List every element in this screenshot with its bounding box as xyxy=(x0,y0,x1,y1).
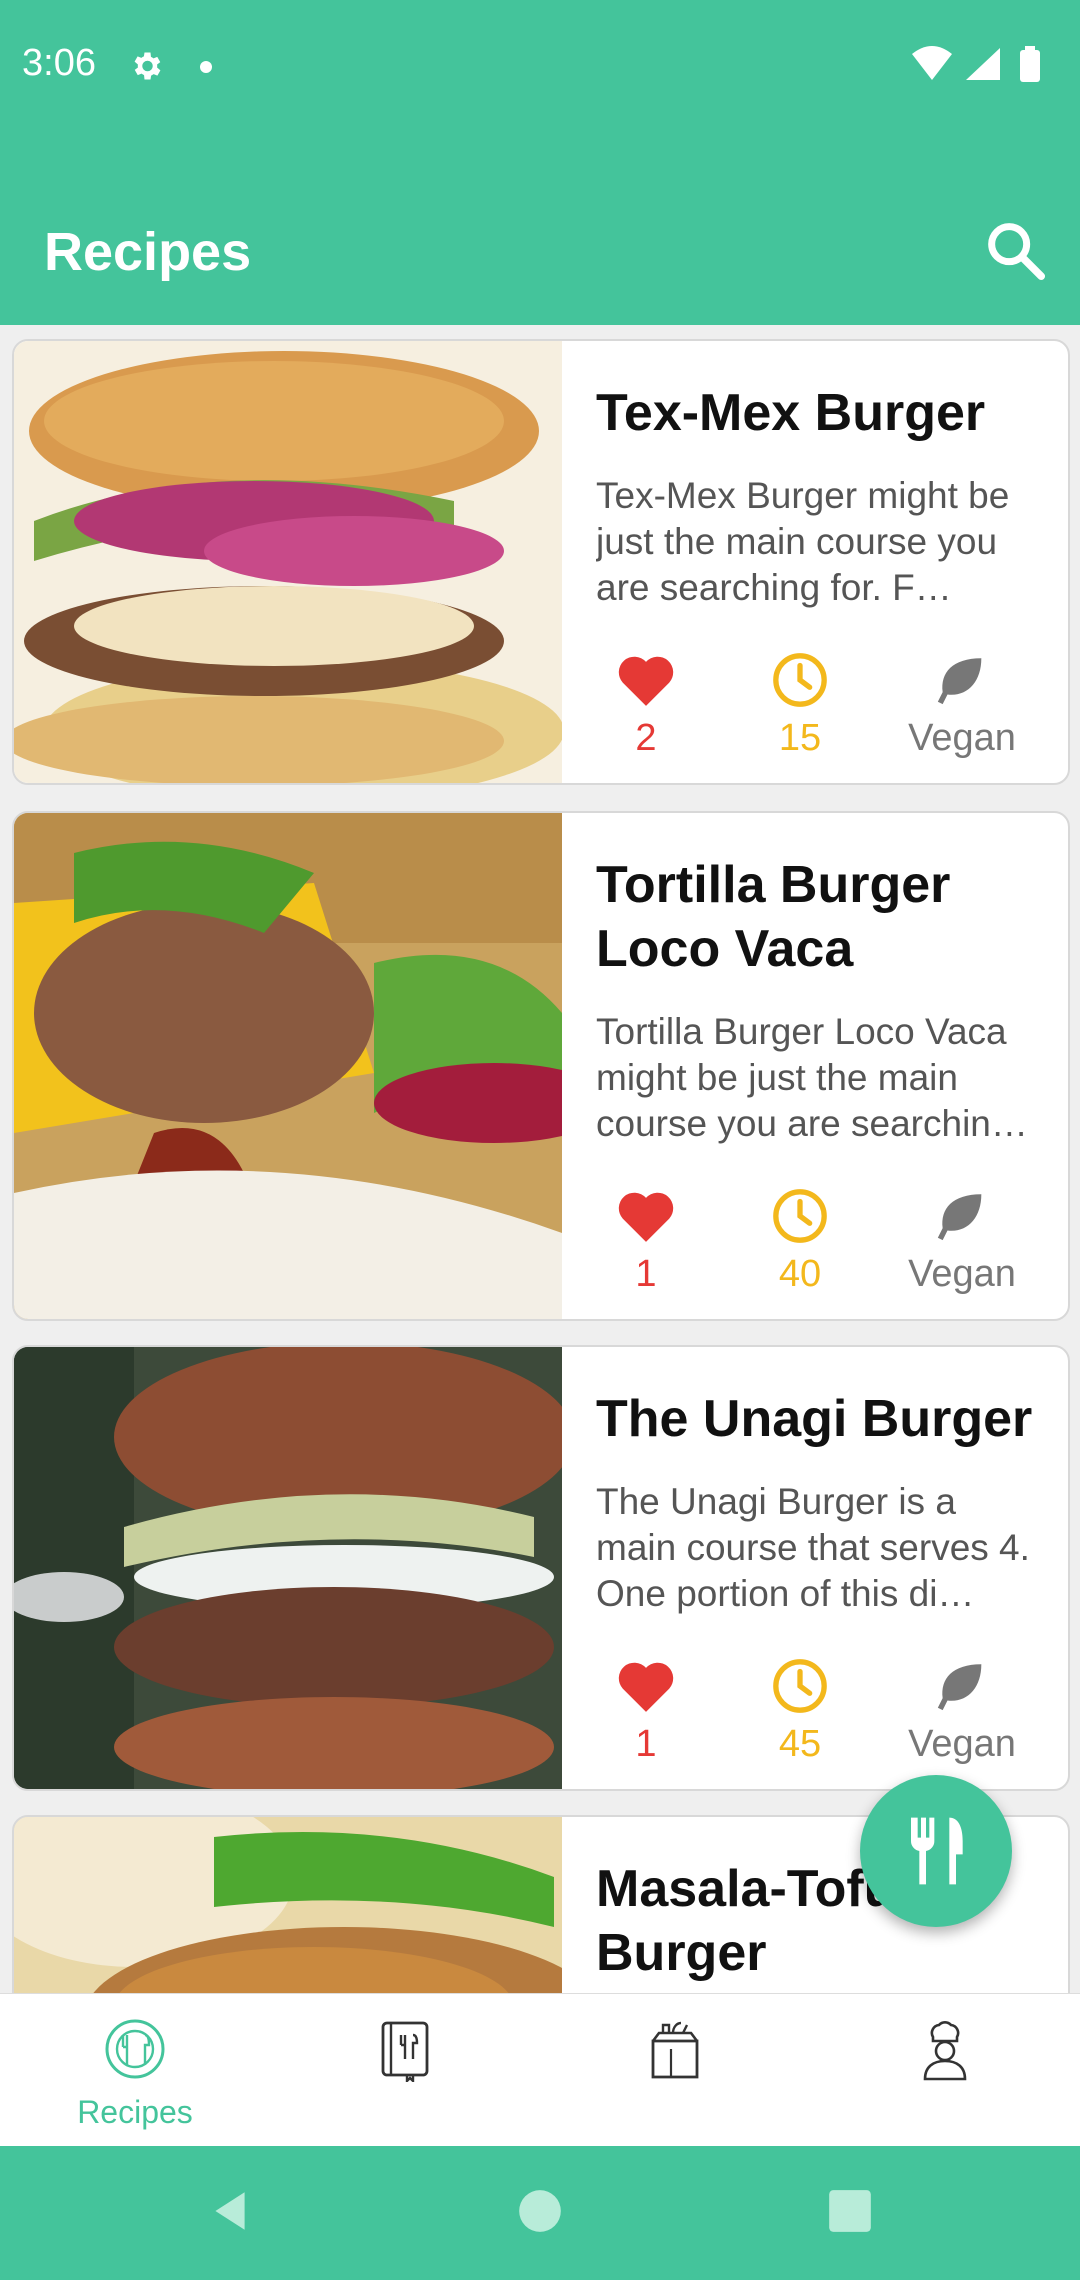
status-bar: 3:06 xyxy=(0,0,1080,135)
recipe-stats: 1 40 Vegan xyxy=(596,1187,1034,1297)
likes-stat: 1 xyxy=(586,1187,706,1296)
nav-item-profile[interactable] xyxy=(810,1994,1080,2147)
recipe-title: The Unagi Burger xyxy=(596,1390,1033,1448)
clock-icon xyxy=(773,1659,827,1713)
nav-item-grocery[interactable] xyxy=(540,1994,810,2147)
recipe-list[interactable]: Tex-Mex Burger Tex-Mex Burger might be j… xyxy=(0,325,1080,1993)
time-minutes: 45 xyxy=(778,1723,822,1765)
notification-dot-icon xyxy=(200,61,212,73)
heart-icon xyxy=(618,1662,674,1712)
back-icon[interactable] xyxy=(205,2186,255,2236)
heart-icon xyxy=(618,1192,674,1242)
recipe-stats: 1 45 Vegan xyxy=(596,1657,1034,1767)
leaf-icon xyxy=(937,1194,982,1241)
recipe-image xyxy=(14,1347,562,1789)
likes-stat: 2 xyxy=(586,651,706,760)
meal-planner-fab[interactable] xyxy=(860,1775,1012,1927)
fork-knife-icon xyxy=(910,1817,963,1885)
time-stat: 15 xyxy=(740,651,860,760)
leaf-icon xyxy=(937,658,982,705)
likes-count: 1 xyxy=(635,1253,657,1295)
recipe-card-body: Tex-Mex Burger Tex-Mex Burger might be j… xyxy=(562,341,1068,783)
search-icon[interactable] xyxy=(980,215,1050,285)
vegan-stat: Vegan xyxy=(892,1187,1032,1296)
status-time: 3:06 xyxy=(22,42,96,84)
recipe-image xyxy=(14,1817,562,1993)
nav-item-recipes[interactable]: Recipes xyxy=(0,1994,270,2147)
time-stat: 45 xyxy=(740,1657,860,1766)
time-minutes: 40 xyxy=(778,1253,822,1295)
system-navigation-bar xyxy=(0,2146,1080,2280)
wifi-icon xyxy=(912,46,952,80)
bottom-navigation: Recipes xyxy=(0,1993,1080,2147)
recipes-icon xyxy=(105,2019,165,2079)
recipe-image xyxy=(14,341,562,783)
likes-stat: 1 xyxy=(586,1657,706,1766)
battery-icon xyxy=(1020,46,1040,82)
status-icons xyxy=(912,46,1040,82)
recipe-title: Tex-Mex Burger xyxy=(596,384,986,442)
recipe-title: Tortilla Burger Loco Vaca xyxy=(596,856,951,978)
leaf-icon xyxy=(937,1664,982,1711)
recipe-card[interactable]: Tortilla Burger Loco Vaca Tortilla Burge… xyxy=(12,811,1070,1321)
likes-count: 1 xyxy=(635,1723,657,1765)
clock-icon xyxy=(773,653,827,707)
recipe-card-body: Tortilla Burger Loco Vaca Tortilla Burge… xyxy=(562,813,1068,1319)
time-stat: 40 xyxy=(740,1187,860,1296)
diet-label: Vegan xyxy=(908,1723,1016,1765)
diet-label: Vegan xyxy=(908,1253,1016,1295)
nav-label-recipes: Recipes xyxy=(77,2094,193,2130)
recents-icon[interactable] xyxy=(825,2186,875,2236)
recipe-description: Tortilla Burger Loco Vaca might be just … xyxy=(596,1011,1028,1144)
home-icon[interactable] xyxy=(515,2186,565,2236)
clock-icon xyxy=(773,1189,827,1243)
heart-icon xyxy=(618,656,674,706)
nav-item-favorites[interactable] xyxy=(270,1994,540,2147)
favorite-recipes-icon xyxy=(381,2021,429,2082)
likes-count: 2 xyxy=(635,717,657,759)
app-bar: Recipes xyxy=(0,135,1080,325)
recipe-card[interactable]: Tex-Mex Burger Tex-Mex Burger might be j… xyxy=(12,339,1070,785)
settings-icon xyxy=(134,52,161,80)
chef-icon xyxy=(923,2021,967,2081)
recipe-card[interactable]: The Unagi Burger The Unagi Burger is a m… xyxy=(12,1345,1070,1791)
recipe-image xyxy=(14,813,562,1319)
page-title: Recipes xyxy=(44,222,252,282)
grocery-bag-icon xyxy=(651,2021,699,2079)
vegan-stat: Vegan xyxy=(892,651,1032,760)
recipe-description: Tex-Mex Burger might be just the main co… xyxy=(596,475,1010,608)
signal-icon xyxy=(966,48,1000,80)
time-minutes: 15 xyxy=(778,717,822,759)
recipe-card-body: The Unagi Burger The Unagi Burger is a m… xyxy=(562,1347,1068,1789)
diet-label: Vegan xyxy=(908,717,1016,759)
recipe-stats: 2 15 Vegan xyxy=(596,651,1034,761)
vegan-stat: Vegan xyxy=(892,1657,1032,1766)
recipe-description: The Unagi Burger is a main course that s… xyxy=(596,1481,1030,1614)
